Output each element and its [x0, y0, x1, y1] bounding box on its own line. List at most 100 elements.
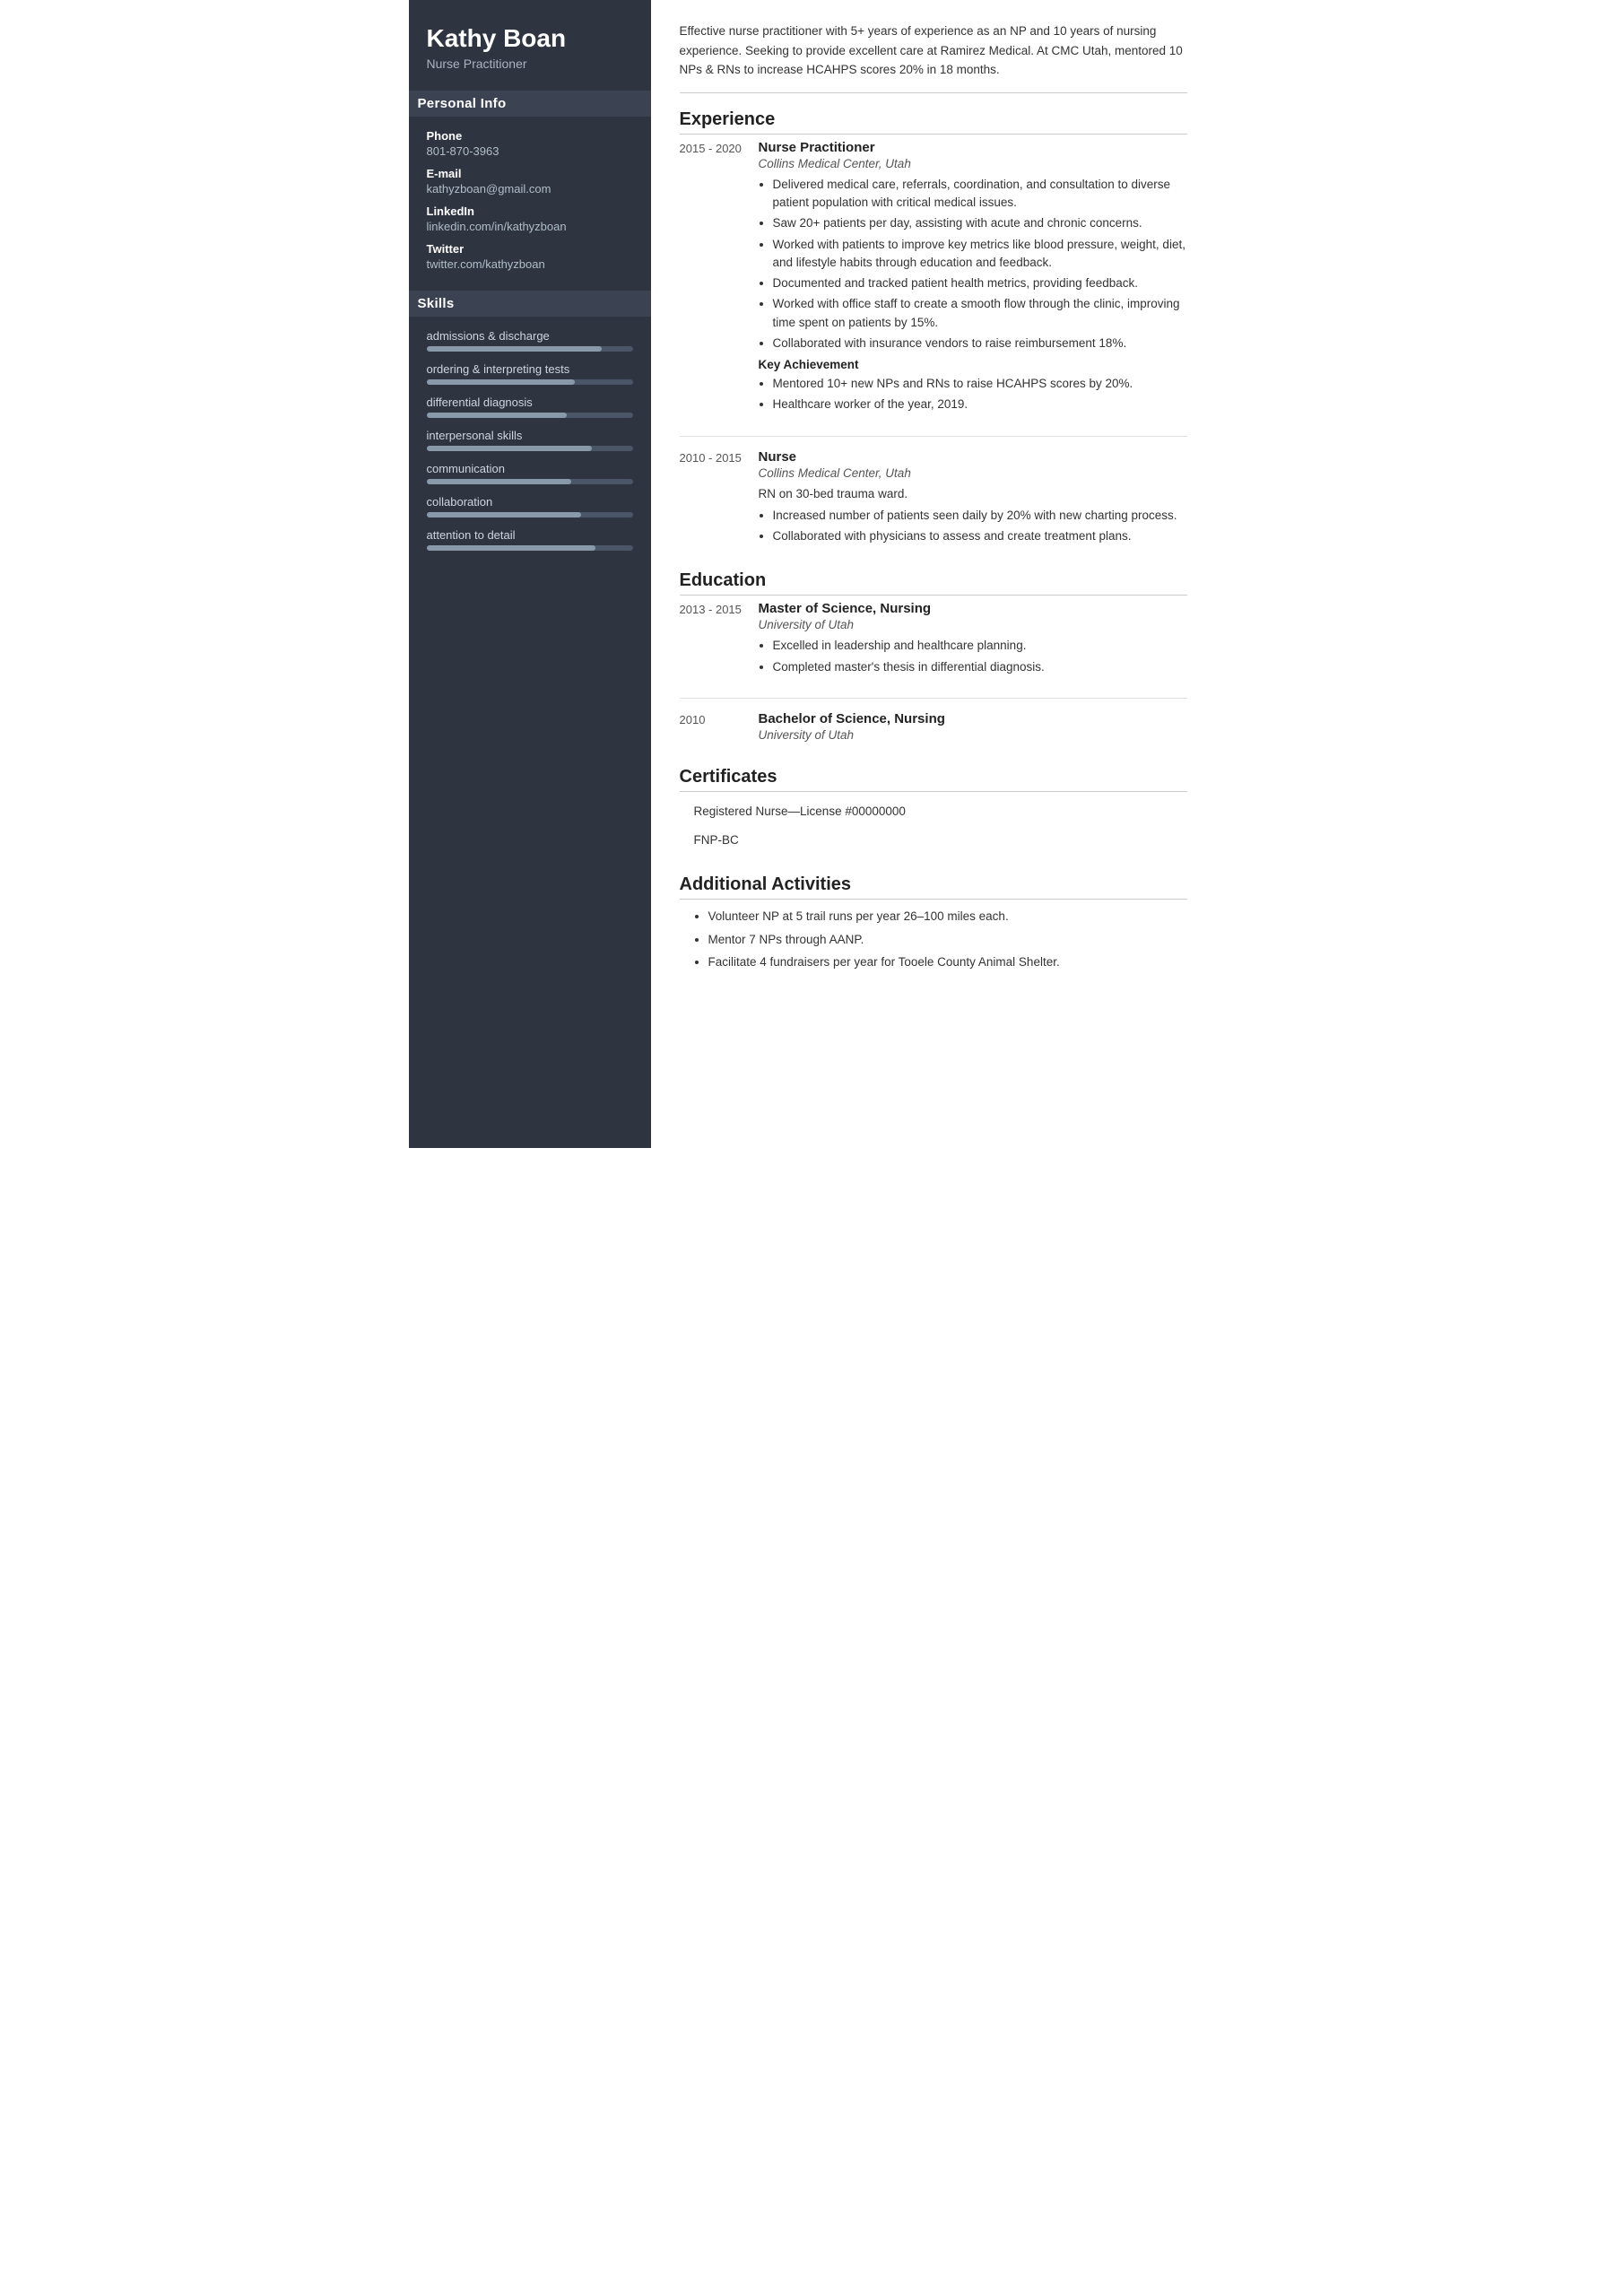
personal-info-field: E-mail kathyzboan@gmail.com [427, 167, 633, 196]
skill-name: attention to detail [427, 528, 633, 542]
bullet-item: Delivered medical care, referrals, coord… [773, 176, 1187, 213]
candidate-name: Kathy Boan [427, 25, 633, 53]
achievement-bullets: Mentored 10+ new NPs and RNs to raise HC… [759, 375, 1187, 414]
skill-bar-fill [427, 545, 596, 551]
sidebar: Kathy Boan Nurse Practitioner Personal I… [409, 0, 651, 1148]
skill-item: communication [427, 462, 633, 484]
activity-bullet-item: Mentor 7 NPs through AANP. [708, 930, 1187, 950]
skill-name: differential diagnosis [427, 396, 633, 409]
bullet-item: Documented and tracked patient health me… [773, 274, 1187, 292]
entry-dates: 2010 - 2015 [680, 449, 743, 552]
entry-job-title: Nurse Practitioner [759, 140, 1187, 155]
section-title: Certificates [680, 767, 1187, 792]
bullet-item: Increased number of patients seen daily … [773, 507, 1187, 525]
candidate-title: Nurse Practitioner [427, 57, 633, 71]
entry-bullets: Increased number of patients seen daily … [759, 507, 1187, 546]
field-label: E-mail [427, 167, 633, 180]
entry-job-title: Master of Science, Nursing [759, 601, 1187, 616]
skill-name: interpersonal skills [427, 429, 633, 442]
activity-bullets: Volunteer NP at 5 trail runs per year 26… [680, 907, 1187, 972]
skill-name: communication [427, 462, 633, 475]
entry-content: NurseCollins Medical Center, Utah RN on 3… [759, 449, 1187, 552]
bullet-item: Completed master's thesis in differentia… [773, 658, 1187, 676]
skill-bar-background [427, 413, 633, 418]
achievement-bullet-item: Healthcare worker of the year, 2019. [773, 396, 1187, 413]
entry-bullets: Excelled in leadership and healthcare pl… [759, 637, 1187, 676]
key-achievement-label: Key Achievement [759, 358, 1187, 371]
entry-content: Nurse Practitioner Collins Medical Center… [759, 140, 1187, 420]
skills-list: admissions & discharge ordering & interpr… [427, 329, 633, 551]
skill-bar-background [427, 512, 633, 517]
achievement-bullet-item: Mentored 10+ new NPs and RNs to raise HC… [773, 375, 1187, 393]
entry: 2010 - 2015 NurseCollins Medical Center, … [680, 449, 1187, 552]
skill-bar-fill [427, 479, 571, 484]
section-title: Experience [680, 109, 1187, 135]
field-label: LinkedIn [427, 204, 633, 218]
skills-header: Skills [409, 291, 651, 317]
bullet-item: Collaborated with physicians to assess a… [773, 527, 1187, 545]
skill-bar-background [427, 346, 633, 352]
skill-item: interpersonal skills [427, 429, 633, 451]
field-value: kathyzboan@gmail.com [427, 182, 633, 196]
resume-container: Kathy Boan Nurse Practitioner Personal I… [409, 0, 1216, 1148]
field-label: Twitter [427, 242, 633, 256]
resume-section: Experience 2015 - 2020 Nurse Practitioner C… [680, 109, 1187, 552]
entry: 2015 - 2020 Nurse Practitioner Collins Med… [680, 140, 1187, 420]
entry-company: University of Utah [759, 728, 1187, 742]
entry-company: University of Utah [759, 618, 1187, 631]
bullet-item: Saw 20+ patients per day, assisting with… [773, 214, 1187, 232]
entry-content: Master of Science, Nursing University of … [759, 601, 1187, 682]
entry-desc: RN on 30-bed trauma ward. [759, 485, 1187, 503]
skill-bar-background [427, 446, 633, 451]
skill-bar-fill [427, 512, 582, 517]
entry-bullets: Delivered medical care, referrals, coord… [759, 176, 1187, 352]
skill-bar-fill [427, 346, 603, 352]
personal-info-field: LinkedInlinkedin.com/in/kathyzboan [427, 204, 633, 233]
section-title: Education [680, 570, 1187, 596]
cert-item: Registered Nurse—License #00000000 [680, 797, 1187, 826]
summary-text: Effective nurse practitioner with 5+ yea… [680, 22, 1187, 93]
field-value: twitter.com/kathyzboan [427, 257, 633, 271]
skill-bar-fill [427, 379, 576, 385]
entry: 2013 - 2015Master of Science, NursingUni… [680, 601, 1187, 682]
personal-info-fields: Phone801-870-3963 E-mail kathyzboan@gmail.… [427, 129, 633, 271]
main-content: Effective nurse practitioner with 5+ yea… [651, 0, 1216, 1148]
personal-info-field: Twittertwitter.com/kathyzboan [427, 242, 633, 271]
activity-bullet-item: Volunteer NP at 5 trail runs per year 26… [708, 907, 1187, 926]
skill-item: admissions & discharge [427, 329, 633, 352]
field-value: 801-870-3963 [427, 144, 633, 158]
bullet-item: Collaborated with insurance vendors to r… [773, 335, 1187, 352]
skill-bar-background [427, 479, 633, 484]
activity-bullet-item: Facilitate 4 fundraisers per year for To… [708, 952, 1187, 972]
entry-company: Collins Medical Center, Utah [759, 466, 1187, 480]
skill-bar-fill [427, 446, 592, 451]
personal-info-field: Phone801-870-3963 [427, 129, 633, 158]
bullet-item: Excelled in leadership and healthcare pl… [773, 637, 1187, 655]
field-label: Phone [427, 129, 633, 143]
cert-item: FNP-BC [680, 826, 1187, 855]
bullet-item: Worked with patients to improve key metr… [773, 236, 1187, 273]
entry-divider [680, 436, 1187, 437]
resume-section: Certificates Registered Nurse—License #00… [680, 767, 1187, 856]
skills-section: Skills admissions & dischargeordering & … [427, 291, 633, 551]
resume-section: Additional Activities Volunteer NP at 5 t… [680, 874, 1187, 972]
entry-job-title: Bachelor of Science, Nursing [759, 711, 1187, 726]
entry-divider [680, 698, 1187, 699]
skill-bar-background [427, 379, 633, 385]
skill-name: ordering & interpreting tests [427, 362, 633, 376]
skill-item: attention to detail [427, 528, 633, 551]
entry-job-title: Nurse [759, 449, 1187, 465]
skill-name: admissions & discharge [427, 329, 633, 343]
resume-section: Education 2013 - 2015Master of Science, N… [680, 570, 1187, 747]
bullet-item: Worked with office staff to create a smo… [773, 295, 1187, 332]
entry-dates: 2015 - 2020 [680, 140, 743, 420]
skill-bar-fill [427, 413, 567, 418]
personal-info-header: Personal Info [409, 91, 651, 117]
skill-item: differential diagnosis [427, 396, 633, 418]
section-title: Additional Activities [680, 874, 1187, 900]
entry-dates: 2010 [680, 711, 743, 747]
entry-company: Collins Medical Center, Utah [759, 157, 1187, 170]
entry: 2010 Bachelor of Science, Nursing Universi… [680, 711, 1187, 747]
main-sections: Experience 2015 - 2020 Nurse Practitioner C… [680, 109, 1187, 972]
skill-item: collaboration [427, 495, 633, 517]
